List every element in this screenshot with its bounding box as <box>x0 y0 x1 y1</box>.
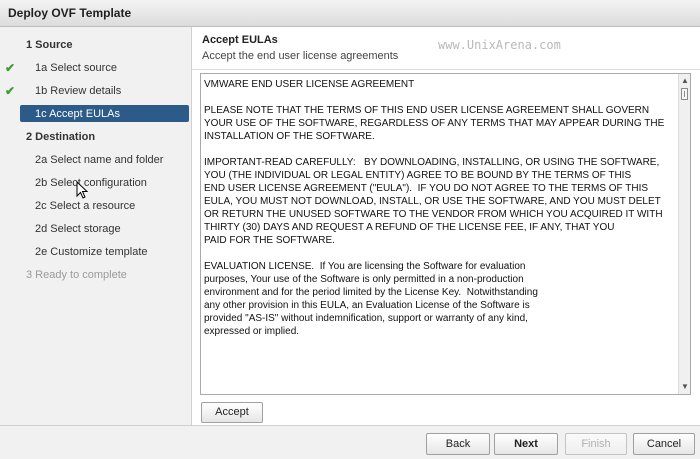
step-label: 1a Select source <box>35 62 117 74</box>
eula-line <box>204 91 678 104</box>
eula-text-area[interactable]: VMWARE END USER LICENSE AGREEMENT PLEASE … <box>200 73 691 395</box>
eula-line: PAID FOR THE SOFTWARE. <box>204 235 335 246</box>
eula-line: provided "AS-IS" without indemnification… <box>204 313 528 324</box>
eula-line: YOU (THE INDIVIDUAL OR LEGAL ENTITY) AGR… <box>204 170 632 181</box>
next-button[interactable]: Next <box>494 433 558 455</box>
step-label: 1b Review details <box>35 85 122 97</box>
eula-line: purposes, Your use of the Software is on… <box>204 274 524 285</box>
step-label: 3 Ready to complete <box>26 269 127 281</box>
page-title: Accept EULAs <box>202 34 278 46</box>
eula-scrollbar[interactable]: ▲ ▼ <box>678 74 690 394</box>
step-label: 2a Select name and folder <box>35 154 164 166</box>
eula-line: END USER LICENSE AGREEMENT ("EULA"). IF … <box>204 183 649 194</box>
step-label: 2 Destination <box>26 131 96 143</box>
eula-line: EULA, YOU MUST NOT DOWNLOAD, INSTALL, OR… <box>204 196 661 207</box>
header-divider <box>192 69 700 70</box>
window-title: Deploy OVF Template <box>8 6 132 20</box>
eula-line: any other provision in this EULA, an Eva… <box>204 300 530 311</box>
wizard-steps-sidebar: 1 Source ✔ 1a Select source ✔ 1b Review … <box>0 27 192 425</box>
accept-button[interactable]: Accept <box>201 402 263 423</box>
step-label: 2e Customize template <box>35 246 148 258</box>
eula-line: INSTALLATION OF THE SOFTWARE. <box>204 131 375 142</box>
title-bar: Deploy OVF Template <box>0 0 700 27</box>
eula-line: expressed or implied. <box>204 326 300 337</box>
eula-text: VMWARE END USER LICENSE AGREEMENT PLEASE … <box>204 78 678 338</box>
eula-line: PLEASE NOTE THAT THE TERMS OF THIS END U… <box>204 105 650 116</box>
cancel-button[interactable]: Cancel <box>633 433 695 455</box>
eula-line: environment and for the period limited b… <box>204 287 538 298</box>
mouse-cursor-icon <box>76 181 88 199</box>
scroll-thumb[interactable] <box>681 88 688 100</box>
eula-line <box>204 143 678 156</box>
scroll-up-icon[interactable]: ▲ <box>680 76 690 86</box>
finish-button[interactable]: Finish <box>565 433 627 455</box>
eula-line: VMWARE END USER LICENSE AGREEMENT <box>204 79 415 90</box>
step-label: 1c Accept EULAs <box>35 108 120 120</box>
step-label: 2c Select a resource <box>35 200 136 212</box>
step-label: 2d Select storage <box>35 223 121 235</box>
watermark: www.UnixArena.com <box>438 38 561 52</box>
step-label: 2b Select configuration <box>35 177 147 189</box>
page-subtitle: Accept the end user license agreements <box>202 50 399 62</box>
eula-line: IMPORTANT-READ CAREFULLY: BY DOWNLOADING… <box>204 157 660 168</box>
eula-line: THIRTY (30) DAYS AND REQUEST A REFUND OF… <box>204 222 615 233</box>
eula-line: EVALUATION LICENSE. If You are licensing… <box>204 261 526 272</box>
eula-line: YOUR USE OF THE SOFTWARE, REGARDLESS OF … <box>204 118 665 129</box>
scroll-down-icon[interactable]: ▼ <box>680 382 690 392</box>
back-button[interactable]: Back <box>426 433 490 455</box>
step-label: 1 Source <box>26 39 73 51</box>
eula-line: OR RETURN THE UNUSED SOFTWARE TO THE VEN… <box>204 209 663 220</box>
checkmark-icon: ✔ <box>5 61 16 75</box>
wizard-footer: Back Next Finish Cancel <box>0 425 700 459</box>
checkmark-icon: ✔ <box>5 84 16 98</box>
eula-line <box>204 247 678 260</box>
main-panel: Accept EULAs Accept the end user license… <box>192 27 700 425</box>
